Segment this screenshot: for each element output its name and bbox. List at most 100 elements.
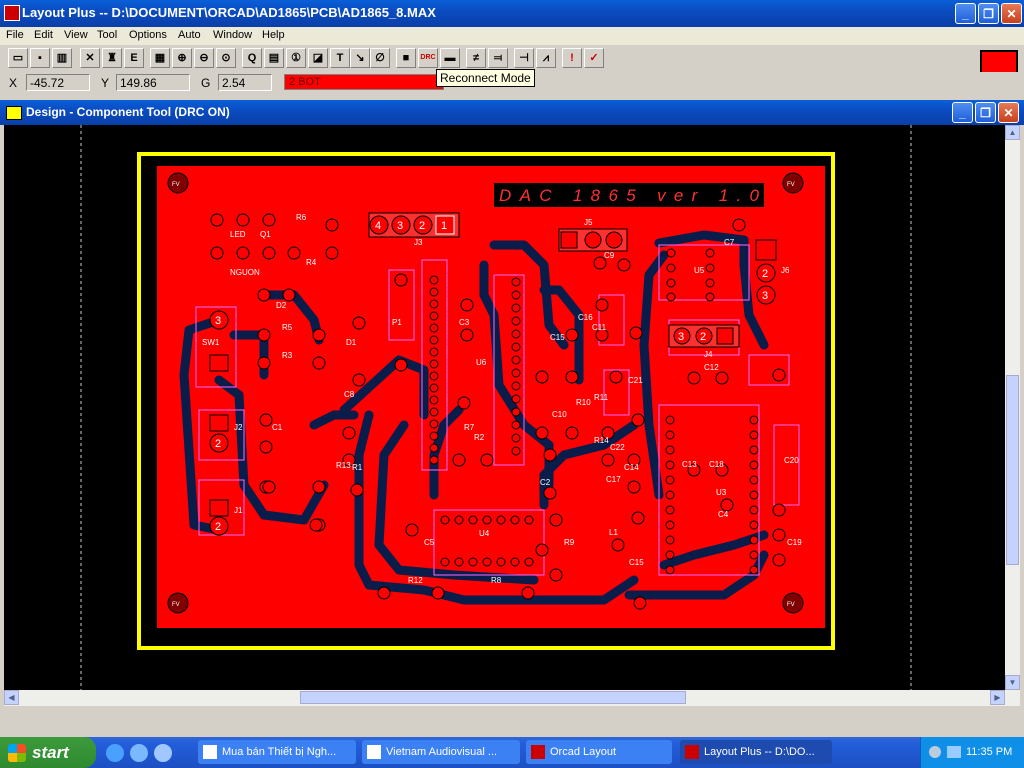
open-folder-icon[interactable]: ▭ — [8, 48, 28, 68]
tray-arrow-icon[interactable] — [929, 746, 941, 758]
j6-pad-1 — [755, 239, 777, 261]
label-c16: C16 — [578, 313, 593, 322]
component-tool-icon[interactable]: ▤ — [264, 48, 284, 68]
menu-edit[interactable]: Edit — [34, 29, 53, 41]
menu-window[interactable]: Window — [213, 29, 252, 41]
edit-segment-icon[interactable]: ▬ — [440, 48, 460, 68]
clock: 11:35 PM — [966, 746, 1013, 758]
horizontal-scrollbar[interactable]: ◀ ▶ — [4, 690, 1005, 706]
vertical-scroll-thumb[interactable] — [1006, 375, 1019, 565]
design-minimize-button[interactable]: _ — [952, 102, 973, 123]
reconnect-mode-icon[interactable]: ⩘ — [536, 48, 556, 68]
task-mua-ban[interactable]: Mua bán Thiết bị Ngh... — [198, 740, 356, 764]
task-vietnam-audiovisual[interactable]: Vietnam Audiovisual ... — [362, 740, 520, 764]
explorer-icon[interactable] — [130, 744, 148, 762]
pcb-canvas[interactable]: DAC 1865 ver 1.0 FV FV FV FV 4 3 2 1 3 2… — [4, 125, 1005, 690]
label-d1: D1 — [346, 338, 357, 347]
scroll-left-icon[interactable]: ◀ — [4, 690, 19, 705]
edit-icon[interactable]: E — [124, 48, 144, 68]
pcb-drawing[interactable]: DAC 1865 ver 1.0 FV FV FV FV 4 3 2 1 3 2… — [4, 125, 1005, 690]
label-r3: R3 — [282, 351, 293, 360]
app-icon[interactable] — [4, 5, 20, 21]
query-icon[interactable]: Q — [242, 48, 262, 68]
design-close-button[interactable]: ✕ — [998, 102, 1019, 123]
scroll-right-icon[interactable]: ▶ — [990, 690, 1005, 705]
connection-tool-icon[interactable]: ↘ — [350, 48, 370, 68]
label-p1: P1 — [392, 318, 402, 327]
menu-file[interactable]: File — [6, 29, 24, 41]
find-icon[interactable]: ♜ — [102, 48, 122, 68]
j1-pad-1 — [209, 499, 229, 517]
network-icon[interactable] — [947, 746, 961, 758]
save-icon[interactable]: ▪ — [30, 48, 50, 68]
label-c22: C22 — [610, 443, 625, 452]
color-rule-icon[interactable]: ■ — [396, 48, 416, 68]
delete-icon[interactable]: ✕ — [80, 48, 100, 68]
label-r5: R5 — [282, 323, 293, 332]
label-c1: C1 — [272, 423, 283, 432]
scroll-down-icon[interactable]: ▼ — [1005, 675, 1020, 690]
label-c17: C17 — [606, 475, 621, 484]
zoom-in-icon[interactable]: ⊕ — [172, 48, 192, 68]
label-j4: J4 — [704, 350, 713, 359]
drc-box-icon[interactable]: DRC — [418, 48, 438, 68]
horizontal-scroll-thumb[interactable] — [300, 691, 686, 704]
grid-label: G — [201, 76, 211, 90]
windows-logo-icon — [8, 744, 26, 762]
design-maximize-button[interactable]: ❐ — [975, 102, 996, 123]
add-track-icon[interactable]: ≠ — [466, 48, 486, 68]
start-button[interactable]: start — [0, 737, 96, 768]
browser-window-icon — [367, 745, 381, 759]
label-c21: C21 — [628, 376, 643, 385]
j3-pad-3-num: 3 — [397, 220, 403, 232]
vertical-scrollbar[interactable]: ▲ ▼ — [1005, 125, 1020, 690]
menu-tool[interactable]: Tool — [97, 29, 117, 41]
menu-auto[interactable]: Auto — [178, 29, 201, 41]
label-c10: C10 — [552, 410, 567, 419]
shove-track-icon[interactable]: ⫤ — [488, 48, 508, 68]
j4-pad-3-num: 3 — [678, 331, 684, 343]
label-c4: C4 — [718, 510, 729, 519]
error-tool-icon[interactable]: ∅ — [370, 48, 390, 68]
text-tool-icon[interactable]: T — [330, 48, 350, 68]
ie-icon[interactable] — [106, 744, 124, 762]
drc-check-icon[interactable]: ✓ — [584, 48, 604, 68]
spreadsheet-icon[interactable]: ▦ — [150, 48, 170, 68]
menu-options[interactable]: Options — [129, 29, 167, 41]
scroll-corner — [1005, 690, 1020, 706]
search-icon[interactable] — [154, 744, 172, 762]
label-c9: C9 — [604, 251, 615, 260]
task-orcad-layout[interactable]: Orcad Layout — [526, 740, 672, 764]
sw1-pad-1 — [209, 354, 229, 372]
online-drc-icon[interactable]: ! — [562, 48, 582, 68]
label-c14: C14 — [624, 463, 639, 472]
pin-tool-icon[interactable]: ① — [286, 48, 306, 68]
label-l1: L1 — [609, 528, 618, 537]
label-q1: Q1 — [260, 230, 271, 239]
task-label-1: Mua bán Thiết bị Ngh... — [222, 746, 337, 758]
minimize-button[interactable]: _ — [955, 3, 976, 24]
label-r10: R10 — [576, 398, 591, 407]
scroll-up-icon[interactable]: ▲ — [1005, 125, 1020, 140]
label-r8: R8 — [491, 576, 502, 585]
mh-label-4: FV — [787, 602, 795, 608]
menu-view[interactable]: View — [64, 29, 88, 41]
menu-help[interactable]: Help — [262, 29, 285, 41]
zoom-out-icon[interactable]: ⊖ — [194, 48, 214, 68]
j1-pad-2-num: 2 — [215, 521, 221, 533]
design-icon[interactable] — [6, 106, 22, 120]
task-layout-plus[interactable]: Layout Plus -- D:\DO... — [680, 740, 832, 764]
label-c11: C11 — [592, 323, 607, 332]
zoom-all-icon[interactable]: ⊙ — [216, 48, 236, 68]
auto-path-route-icon[interactable]: ⊣ — [514, 48, 534, 68]
app-title: Layout Plus -- D:\DOCUMENT\ORCAD\AD1865\… — [22, 5, 436, 20]
obstacle-tool-icon[interactable]: ◪ — [308, 48, 328, 68]
close-button[interactable]: ✕ — [1001, 3, 1022, 24]
j3-pad-1-num: 1 — [441, 220, 447, 232]
label-r11: R11 — [594, 393, 609, 402]
label-nguon: NGUON — [230, 268, 260, 277]
report-icon[interactable]: ▥ — [52, 48, 72, 68]
maximize-button[interactable]: ❐ — [978, 3, 999, 24]
start-label: start — [32, 743, 69, 762]
layer-selector[interactable]: 2 BOT — [284, 74, 444, 90]
